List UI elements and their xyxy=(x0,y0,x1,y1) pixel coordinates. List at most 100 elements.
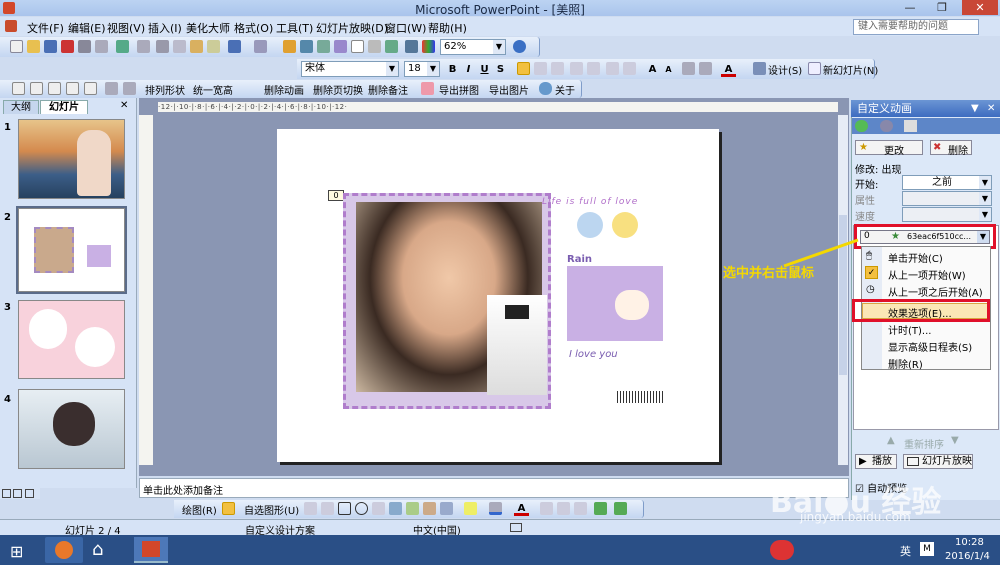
menu-insert[interactable]: 插入(I) xyxy=(148,20,182,36)
menu-tools[interactable]: 工具(T) xyxy=(276,20,313,36)
slide-thumbnail-2[interactable] xyxy=(16,206,127,294)
start-icon[interactable]: ⊞ xyxy=(10,542,23,561)
sorter-view-icon[interactable] xyxy=(13,489,22,498)
align-right-icon[interactable] xyxy=(551,62,564,75)
save-icon[interactable] xyxy=(44,40,57,53)
arrow-icon[interactable] xyxy=(321,502,334,515)
decrease-indent-icon[interactable] xyxy=(606,62,619,75)
bold-button[interactable]: B xyxy=(445,62,460,77)
shadow-style-icon[interactable] xyxy=(594,502,607,515)
menu-file[interactable]: 文件(F) xyxy=(27,20,64,36)
paragraph-spacing-icon[interactable] xyxy=(699,62,712,75)
play-button[interactable]: ▶ 播放 xyxy=(855,454,897,469)
tool2-icon[interactable] xyxy=(123,82,136,95)
chevron-down-icon[interactable]: ▼ xyxy=(427,62,439,76)
paste-icon[interactable] xyxy=(190,40,203,53)
home-icon[interactable] xyxy=(904,120,917,132)
line-spacing-icon[interactable] xyxy=(682,62,695,75)
print-preview-icon[interactable] xyxy=(95,40,108,53)
increase-font-icon[interactable]: A xyxy=(645,62,660,77)
menu-item-advanced-timeline[interactable]: 显示高级日程表(S) xyxy=(888,339,972,354)
new-slide-button[interactable]: 新幻灯片(N) xyxy=(823,62,878,77)
up-arrow-icon[interactable]: ▲ xyxy=(887,435,895,446)
menu-help[interactable]: 帮助(H) xyxy=(428,20,467,36)
new-icon[interactable] xyxy=(10,40,23,53)
forward-icon[interactable] xyxy=(880,120,893,132)
font-size-select[interactable]: 18 ▼ xyxy=(404,61,440,77)
rectangle-icon[interactable] xyxy=(338,502,351,515)
pane-menu-icon[interactable]: ▼ xyxy=(971,100,979,117)
change-effect-button[interactable]: ★ 更改 xyxy=(855,140,923,157)
menu-item-timing[interactable]: 计时(T)... xyxy=(888,322,931,337)
print-icon[interactable] xyxy=(78,40,91,53)
increase-indent-icon[interactable] xyxy=(623,62,636,75)
delete-animation-button[interactable]: 删除动画 xyxy=(264,82,304,97)
numbering-icon[interactable] xyxy=(570,62,583,75)
clock-date[interactable]: 2016/1/4 xyxy=(945,551,990,562)
grid-icon[interactable] xyxy=(385,40,398,53)
delete-transition-button[interactable]: 删除页切换 xyxy=(313,82,363,97)
export-collage-button[interactable]: 导出拼图 xyxy=(439,82,479,97)
picture-icon[interactable] xyxy=(440,502,453,515)
antivirus-tray-icon[interactable] xyxy=(770,540,794,560)
notes-area[interactable]: 单击此处添加备注 xyxy=(139,478,849,498)
color-grayscale-icon[interactable] xyxy=(405,40,418,53)
italic-button[interactable]: I xyxy=(461,62,476,77)
insert-table-icon[interactable] xyxy=(300,40,313,53)
chevron-down-icon[interactable]: ▼ xyxy=(979,176,991,189)
back-icon[interactable] xyxy=(855,120,868,132)
font-select[interactable]: 宋体 ▼ xyxy=(301,61,399,77)
home-icon[interactable]: ⌂ xyxy=(92,539,103,560)
line-color-icon[interactable] xyxy=(489,502,502,515)
menu-item-with-previous[interactable]: 从上一项开始(W) xyxy=(888,267,966,282)
line-icon[interactable] xyxy=(304,502,317,515)
line-style-icon[interactable] xyxy=(540,502,553,515)
animation-tag[interactable]: 0 xyxy=(328,190,344,201)
tables-borders-icon[interactable] xyxy=(317,40,330,53)
menu-item-remove[interactable]: 删除(R) xyxy=(888,356,923,371)
copy-icon[interactable] xyxy=(173,40,186,53)
down-arrow-icon[interactable]: ▼ xyxy=(951,435,959,446)
menu-slideshow[interactable]: 幻灯片放映(D) xyxy=(316,20,388,36)
arrow-style-icon[interactable] xyxy=(574,502,587,515)
tool-icon[interactable] xyxy=(105,82,118,95)
underline-button[interactable]: U xyxy=(477,62,492,77)
vertical-ruler[interactable] xyxy=(139,115,153,465)
draw-menu-button[interactable]: 绘图(R) xyxy=(182,502,217,517)
select-arrow-icon[interactable] xyxy=(222,502,235,515)
uniform-size-button[interactable]: 统一宽高 xyxy=(193,82,233,97)
menu-item-on-click[interactable]: 单击开始(C) xyxy=(888,250,943,265)
close-icon[interactable]: ✕ xyxy=(987,100,995,117)
layout4-icon[interactable] xyxy=(84,82,97,95)
3d-style-icon[interactable] xyxy=(614,502,627,515)
open-icon[interactable] xyxy=(27,40,40,53)
zoom-select[interactable]: 62% ▼ xyxy=(440,39,506,55)
slide-thumbnail-1[interactable] xyxy=(18,119,125,199)
layout3-icon[interactable] xyxy=(66,82,79,95)
insert-chart-icon[interactable] xyxy=(283,40,296,53)
export-image-button[interactable]: 导出图片 xyxy=(489,82,529,97)
slideshow-button[interactable]: 幻灯片放映 xyxy=(903,454,973,469)
chevron-down-icon[interactable]: ▼ xyxy=(386,62,398,76)
cut-icon[interactable] xyxy=(156,40,169,53)
close-button[interactable]: ✕ xyxy=(962,0,998,15)
horizontal-ruler[interactable]: ·12·|·10·|·8·|·6·|·4·|·2·|·0·|·2·|·4·|·6… xyxy=(158,102,838,112)
start-select[interactable]: 之前 ▼ xyxy=(902,175,992,190)
minimize-button[interactable]: — xyxy=(896,0,924,15)
slideshow-view-icon[interactable] xyxy=(25,489,34,498)
restore-button[interactable]: ❐ xyxy=(928,0,956,15)
decrease-font-icon[interactable]: A xyxy=(661,62,676,77)
menu-format[interactable]: 格式(O) xyxy=(234,20,273,36)
slide-canvas[interactable]: 0 Life is full of love Rain I love you xyxy=(277,129,719,462)
close-icon[interactable]: ✕ xyxy=(120,100,128,111)
arrange-shapes-button[interactable]: 排列形状 xyxy=(145,82,185,97)
show-formatting-icon[interactable] xyxy=(368,40,381,53)
tab-outline[interactable]: 大纲 xyxy=(3,100,39,114)
diagram-icon[interactable] xyxy=(406,502,419,515)
permission-icon[interactable] xyxy=(61,40,74,53)
input-method-icon[interactable]: M xyxy=(920,542,934,556)
menu-view[interactable]: 视图(V) xyxy=(107,20,145,36)
font-color-icon[interactable]: A xyxy=(721,62,736,77)
bullets-icon[interactable] xyxy=(587,62,600,75)
help-search-input[interactable]: 键入需要帮助的问题 xyxy=(853,19,979,35)
